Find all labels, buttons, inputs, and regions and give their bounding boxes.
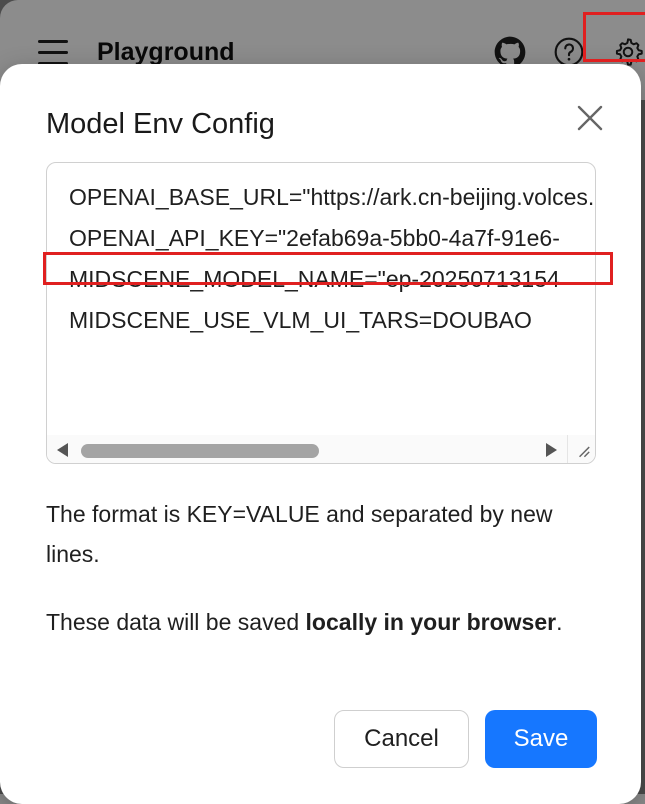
model-name-highlight-box [43,252,613,285]
scroll-right-arrow-icon[interactable] [545,443,557,457]
modal-title: Model Env Config [46,108,275,140]
resize-grip-icon[interactable] [567,435,595,463]
save-button[interactable]: Save [485,710,597,768]
close-icon[interactable] [570,98,610,138]
settings-highlight-box [583,12,645,62]
storage-note-prefix: These data will be saved [46,609,306,635]
horizontal-scrollbar[interactable] [47,435,567,463]
env-config-box: OPENAI_BASE_URL="https://ark.cn-beijing.… [46,162,596,464]
scroll-left-arrow-icon[interactable] [57,443,69,457]
storage-note-bold: locally in your browser [305,609,557,635]
storage-note-suffix: . [556,609,563,635]
env-config-textarea[interactable]: OPENAI_BASE_URL="https://ark.cn-beijing.… [47,163,595,433]
storage-note: These data will be saved locally in your… [46,602,586,642]
format-help-text: The format is KEY=VALUE and separated by… [46,501,553,567]
cancel-button[interactable]: Cancel [334,710,469,768]
model-env-config-modal: Model Env Config OPENAI_BASE_URL="https:… [0,64,641,804]
scrollbar-thumb[interactable] [81,444,319,458]
